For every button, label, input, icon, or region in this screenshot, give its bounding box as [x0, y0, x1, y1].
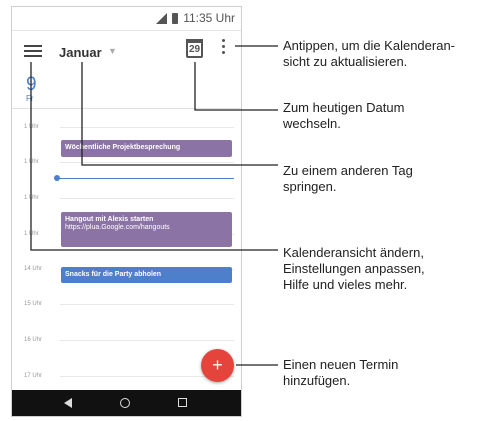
more-options-icon[interactable]	[220, 39, 226, 59]
today-calendar-icon[interactable]: 29	[186, 39, 203, 58]
callout-refresh: Antippen, um die Kalenderan- sicht zu ak…	[283, 38, 455, 70]
callout-text: springen.	[283, 179, 337, 194]
home-icon[interactable]	[120, 398, 130, 408]
callout-text: Zu einem anderen Tag	[283, 163, 413, 178]
callout-text: Hilfe und vieles mehr.	[283, 277, 408, 292]
callout-text: Kalenderansicht ändern,	[283, 245, 424, 260]
phone-screen: 11:35 Uhr Januar ▼ 29 9 Fr 1 Uhr 1 Uhr 1…	[11, 6, 242, 417]
back-icon[interactable]	[64, 398, 72, 408]
hour-label: 1 Uhr	[24, 231, 39, 237]
event-link: https://plua.Google.com/hangouts	[65, 224, 170, 231]
hour-line	[60, 304, 234, 305]
callout-jump: Zu einem anderen Tag springen.	[283, 163, 413, 195]
status-bar: 11:35 Uhr	[12, 7, 241, 31]
hour-label: 14 Uhr	[24, 266, 43, 272]
weekday-label: Fr	[26, 94, 34, 103]
callout-text: Einstellungen anpassen,	[283, 261, 425, 276]
hour-label: 1 Uhr	[24, 195, 39, 201]
hour-line	[60, 162, 234, 163]
callout-today: Zum heutigen Datum wechseln.	[283, 100, 404, 132]
hour-line	[60, 340, 234, 341]
status-time: 11:35 Uhr	[183, 11, 235, 25]
add-event-button[interactable]: +	[201, 349, 234, 382]
hour-line	[60, 127, 234, 128]
callout-text: sicht zu aktualisieren.	[283, 54, 408, 69]
event-hangout[interactable]: Hangout mit Alexis starten https://plua.…	[61, 212, 232, 247]
navigation-bar	[12, 390, 241, 416]
event-title: Hangout mit Alexis starten	[65, 216, 154, 223]
callout-add: Einen neuen Termin hinzufügen.	[283, 357, 398, 389]
callout-text: Antippen, um die Kalenderan-	[283, 38, 456, 53]
battery-icon	[172, 13, 178, 24]
hour-label: 17 Uhr	[24, 373, 43, 379]
event-title: Snacks für die Party abholen	[65, 271, 162, 278]
recent-apps-icon[interactable]	[178, 398, 187, 407]
current-time-line	[58, 178, 234, 179]
day-header[interactable]: 9 Fr	[26, 75, 37, 103]
app-bar: Januar ▼ 29	[12, 31, 241, 71]
callout-text: hinzufügen.	[283, 373, 351, 388]
hour-label: 15 Uhr	[24, 301, 43, 307]
event-snacks[interactable]: Snacks für die Party abholen	[61, 267, 232, 283]
current-time-dot	[54, 175, 60, 181]
chevron-down-icon[interactable]: ▼	[108, 46, 117, 56]
callout-text: Zum heutigen Datum	[283, 100, 405, 115]
callout-text: Einen neuen Termin	[283, 357, 399, 372]
hour-label: 1 Uhr	[24, 124, 39, 130]
month-selector[interactable]: Januar	[59, 45, 102, 60]
signal-icon	[156, 13, 167, 24]
hour-line	[60, 198, 234, 199]
callout-text: wechseln.	[283, 116, 341, 131]
hour-label: 16 Uhr	[24, 337, 43, 343]
day-number: 9	[26, 74, 37, 95]
hour-label: 1 Uhr	[24, 159, 39, 165]
menu-icon[interactable]	[24, 45, 42, 58]
callout-menu: Kalenderansicht ändern, Einstellungen an…	[283, 245, 425, 293]
event-project-meeting[interactable]: Wöchentliche Projektbesprechung	[61, 140, 232, 157]
event-title: Wöchentliche Projektbesprechung	[65, 144, 181, 151]
divider	[12, 108, 241, 109]
